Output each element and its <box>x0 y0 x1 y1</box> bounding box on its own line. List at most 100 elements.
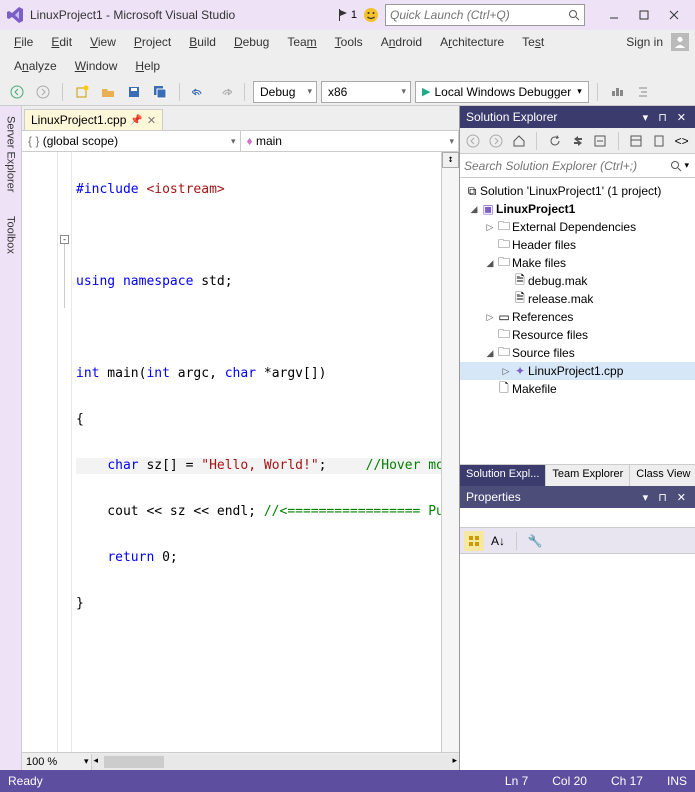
menu-help[interactable]: Help <box>127 56 168 76</box>
sign-in-link[interactable]: Sign in <box>626 35 663 49</box>
feedback-icon[interactable] <box>363 7 379 23</box>
menu-team[interactable]: Team <box>279 32 324 52</box>
search-icon[interactable] <box>670 160 682 172</box>
quick-launch-input[interactable] <box>390 8 568 22</box>
save-all-button[interactable] <box>149 81 171 103</box>
scroll-margin[interactable]: ↕ <box>441 152 459 752</box>
right-panels: Solution Explorer ▾ ⊓ ✕ <> <box>459 106 695 770</box>
new-project-button[interactable] <box>71 81 93 103</box>
pin-icon[interactable]: 📌 <box>130 115 142 126</box>
config-dropdown[interactable]: Debug <box>253 81 317 103</box>
search-icon[interactable] <box>568 9 580 21</box>
menu-android[interactable]: Android <box>373 32 430 52</box>
prop-categorized-icon[interactable] <box>464 531 484 551</box>
panel-pin-icon[interactable]: ⊓ <box>655 111 670 124</box>
horizontal-scrollbar[interactable]: ◂ ▸ <box>91 754 459 770</box>
tab-solution-explorer[interactable]: Solution Expl... <box>460 465 546 486</box>
start-debug-button[interactable]: ▶ Local Windows Debugger ▾ <box>415 81 589 103</box>
split-handle-icon[interactable]: ↕ <box>442 152 459 168</box>
nav-back-button[interactable] <box>6 81 28 103</box>
tree-project-node[interactable]: ◢▣LinuxProject1 <box>460 200 695 218</box>
outline-gutter: - <box>58 152 72 752</box>
minimize-button[interactable] <box>599 5 629 25</box>
se-search[interactable]: ▾ <box>460 154 695 178</box>
tree-folder-extdeps[interactable]: ▷🗀External Dependencies <box>460 218 695 236</box>
scope-left-dropdown[interactable]: { } (global scope) <box>22 131 241 151</box>
se-search-input[interactable] <box>464 159 670 173</box>
menu-build[interactable]: Build <box>181 32 224 52</box>
quick-launch[interactable] <box>385 4 585 26</box>
refs-icon: ▭ <box>496 310 512 324</box>
tab-team-explorer[interactable]: Team Explorer <box>546 465 630 486</box>
menu-tools[interactable]: Tools <box>327 32 371 52</box>
panel-close-icon[interactable]: ✕ <box>674 111 689 124</box>
maximize-button[interactable] <box>629 5 659 25</box>
menu-window[interactable]: Window <box>67 56 126 76</box>
menu-project[interactable]: Project <box>126 32 179 52</box>
panel-pin-icon[interactable]: ⊓ <box>655 491 670 504</box>
scrollbar-thumb[interactable] <box>104 756 164 768</box>
document-tab-active[interactable]: LinuxProject1.cpp 📌 ✕ <box>24 109 163 130</box>
tree-file-debugmak[interactable]: 🗎debug.mak <box>460 272 695 290</box>
tree-file-makefile[interactable]: 🗋Makefile <box>460 380 695 398</box>
se-back-icon[interactable] <box>464 131 483 151</box>
toolbar-extra-1[interactable] <box>606 81 628 103</box>
se-showall-icon[interactable] <box>649 131 668 151</box>
tree-file-releasemak[interactable]: 🗎release.mak <box>460 290 695 308</box>
prop-wrench-icon[interactable]: 🔧 <box>525 531 545 551</box>
se-collapse-icon[interactable] <box>591 131 610 151</box>
tab-class-view[interactable]: Class View <box>630 465 695 486</box>
toolbox-tab[interactable]: Toolbox <box>3 210 19 260</box>
panel-menu-icon[interactable]: ▾ <box>640 111 652 124</box>
avatar-icon[interactable] <box>671 33 689 51</box>
se-forward-icon[interactable] <box>487 131 506 151</box>
tree-folder-make[interactable]: ◢🗀Make files <box>460 254 695 272</box>
status-bar: Ready Ln 7 Col 20 Ch 17 INS <box>0 770 695 792</box>
tree-folder-resource[interactable]: 🗀Resource files <box>460 326 695 344</box>
menu-file[interactable]: File <box>6 32 41 52</box>
se-toolbar: <> <box>460 128 695 154</box>
panel-close-icon[interactable]: ✕ <box>674 491 689 504</box>
save-button[interactable] <box>123 81 145 103</box>
menu-edit[interactable]: Edit <box>43 32 80 52</box>
se-refresh-icon[interactable] <box>545 131 564 151</box>
nav-forward-button[interactable] <box>32 81 54 103</box>
tree-references[interactable]: ▷▭References <box>460 308 695 326</box>
solution-tree[interactable]: ⧉Solution 'LinuxProject1' (1 project) ◢▣… <box>460 178 695 464</box>
close-button[interactable] <box>659 5 689 25</box>
properties-body <box>460 554 695 770</box>
code-lines[interactable]: #include <iostream> using namespace std;… <box>72 152 441 752</box>
server-explorer-tab[interactable]: Server Explorer <box>3 110 19 198</box>
code-editor[interactable]: - #include <iostream> using namespace st… <box>22 152 459 752</box>
platform-dropdown[interactable]: x86 <box>321 81 411 103</box>
se-properties-icon[interactable] <box>627 131 646 151</box>
menu-debug[interactable]: Debug <box>226 32 277 52</box>
tree-file-maincpp[interactable]: ▷✦LinuxProject1.cpp <box>460 362 695 380</box>
menu-architecture[interactable]: Architecture <box>432 32 512 52</box>
outline-collapse-button[interactable]: - <box>60 235 69 244</box>
redo-button[interactable] <box>214 81 236 103</box>
panel-title: Properties <box>466 490 521 504</box>
menu-analyze[interactable]: Analyze <box>6 56 65 76</box>
se-sync-icon[interactable] <box>568 131 587 151</box>
close-tab-icon[interactable]: ✕ <box>147 114 156 127</box>
se-viewcode-icon[interactable]: <> <box>672 131 691 151</box>
prop-alpha-icon[interactable]: A↓ <box>488 531 508 551</box>
undo-button[interactable] <box>188 81 210 103</box>
debug-target-label: Local Windows Debugger <box>434 85 571 99</box>
toolbar-extra-2[interactable] <box>632 81 654 103</box>
tree-folder-header[interactable]: 🗀Header files <box>460 236 695 254</box>
se-home-icon[interactable] <box>510 131 529 151</box>
document-tab-label: LinuxProject1.cpp <box>31 113 126 127</box>
zoom-dropdown[interactable]: 100 % <box>22 756 82 768</box>
menu-view[interactable]: View <box>82 32 124 52</box>
folder-icon: 🗀 <box>496 253 512 274</box>
scope-right-dropdown[interactable]: ♦ main <box>241 131 460 151</box>
tree-solution-node[interactable]: ⧉Solution 'LinuxProject1' (1 project) <box>460 182 695 200</box>
tree-folder-source[interactable]: ◢🗀Source files <box>460 344 695 362</box>
notification-flag[interactable]: 1 <box>337 8 357 22</box>
open-button[interactable] <box>97 81 119 103</box>
menu-test[interactable]: Test <box>514 32 552 52</box>
folder-icon: 🗀 <box>496 343 512 364</box>
panel-menu-icon[interactable]: ▾ <box>640 491 652 504</box>
